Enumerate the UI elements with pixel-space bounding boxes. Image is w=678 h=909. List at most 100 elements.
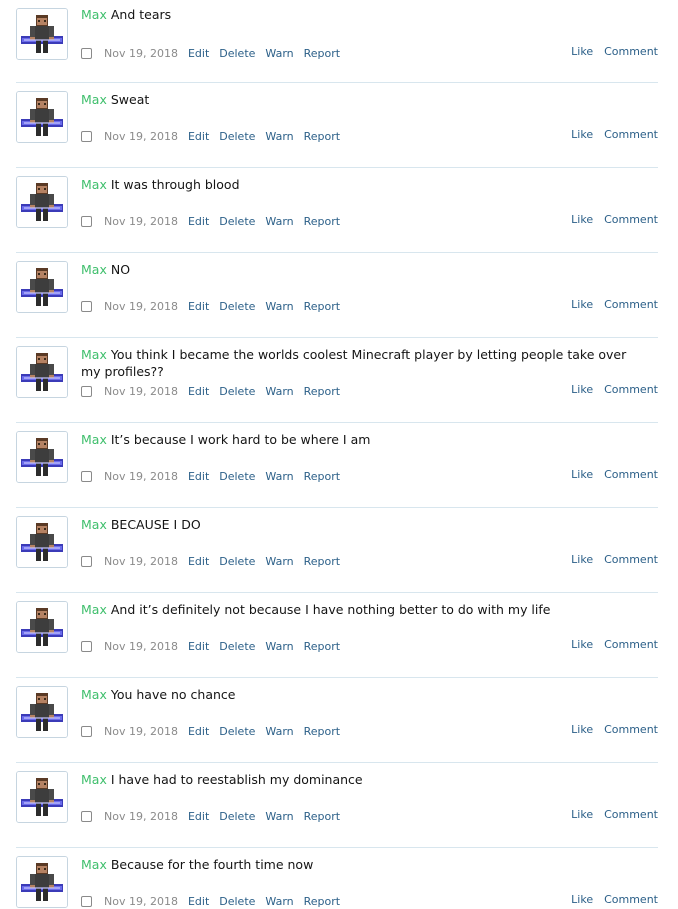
post-author[interactable]: Max: [81, 92, 107, 107]
delete-link[interactable]: Delete: [219, 385, 255, 398]
post-date[interactable]: Nov 19, 2018: [104, 725, 178, 738]
post-date[interactable]: Nov 19, 2018: [104, 895, 178, 908]
delete-link[interactable]: Delete: [219, 215, 255, 228]
post-date[interactable]: Nov 19, 2018: [104, 385, 178, 398]
post-author[interactable]: Max: [81, 262, 107, 277]
avatar[interactable]: [16, 176, 68, 228]
post-author[interactable]: Max: [81, 7, 107, 22]
report-link[interactable]: Report: [304, 895, 340, 908]
avatar[interactable]: [16, 261, 68, 313]
like-link[interactable]: Like: [571, 45, 593, 58]
warn-link[interactable]: Warn: [265, 640, 293, 653]
report-link[interactable]: Report: [304, 640, 340, 653]
avatar[interactable]: [16, 516, 68, 568]
select-checkbox[interactable]: [81, 300, 92, 312]
post-author[interactable]: Max: [81, 517, 107, 532]
report-link[interactable]: Report: [304, 300, 340, 313]
select-checkbox[interactable]: [81, 130, 92, 142]
report-link[interactable]: Report: [304, 725, 340, 738]
edit-link[interactable]: Edit: [188, 215, 209, 228]
report-link[interactable]: Report: [304, 385, 340, 398]
edit-link[interactable]: Edit: [188, 130, 209, 143]
delete-link[interactable]: Delete: [219, 555, 255, 568]
comment-link[interactable]: Comment: [604, 468, 658, 481]
select-checkbox[interactable]: [81, 470, 92, 482]
warn-link[interactable]: Warn: [265, 385, 293, 398]
delete-link[interactable]: Delete: [219, 300, 255, 313]
avatar[interactable]: [16, 8, 68, 60]
comment-link[interactable]: Comment: [604, 383, 658, 396]
warn-link[interactable]: Warn: [265, 470, 293, 483]
avatar[interactable]: [16, 91, 68, 143]
like-link[interactable]: Like: [571, 383, 593, 396]
post-author[interactable]: Max: [81, 602, 107, 617]
avatar[interactable]: [16, 771, 68, 823]
edit-link[interactable]: Edit: [188, 895, 209, 908]
comment-link[interactable]: Comment: [604, 553, 658, 566]
select-checkbox[interactable]: [81, 555, 92, 567]
edit-link[interactable]: Edit: [188, 385, 209, 398]
like-link[interactable]: Like: [571, 468, 593, 481]
post-date[interactable]: Nov 19, 2018: [104, 470, 178, 483]
comment-link[interactable]: Comment: [604, 808, 658, 821]
edit-link[interactable]: Edit: [188, 725, 209, 738]
comment-link[interactable]: Comment: [604, 45, 658, 58]
select-checkbox[interactable]: [81, 47, 92, 59]
avatar[interactable]: [16, 686, 68, 738]
post-author[interactable]: Max: [81, 432, 107, 447]
delete-link[interactable]: Delete: [219, 725, 255, 738]
like-link[interactable]: Like: [571, 638, 593, 651]
comment-link[interactable]: Comment: [604, 638, 658, 651]
comment-link[interactable]: Comment: [604, 893, 658, 906]
edit-link[interactable]: Edit: [188, 810, 209, 823]
like-link[interactable]: Like: [571, 893, 593, 906]
edit-link[interactable]: Edit: [188, 555, 209, 568]
like-link[interactable]: Like: [571, 213, 593, 226]
warn-link[interactable]: Warn: [265, 215, 293, 228]
delete-link[interactable]: Delete: [219, 640, 255, 653]
warn-link[interactable]: Warn: [265, 895, 293, 908]
post-author[interactable]: Max: [81, 177, 107, 192]
post-date[interactable]: Nov 19, 2018: [104, 810, 178, 823]
edit-link[interactable]: Edit: [188, 300, 209, 313]
select-checkbox[interactable]: [81, 640, 92, 652]
post-date[interactable]: Nov 19, 2018: [104, 130, 178, 143]
post-date[interactable]: Nov 19, 2018: [104, 555, 178, 568]
report-link[interactable]: Report: [304, 47, 340, 60]
warn-link[interactable]: Warn: [265, 130, 293, 143]
edit-link[interactable]: Edit: [188, 640, 209, 653]
avatar[interactable]: [16, 856, 68, 908]
report-link[interactable]: Report: [304, 215, 340, 228]
warn-link[interactable]: Warn: [265, 555, 293, 568]
edit-link[interactable]: Edit: [188, 470, 209, 483]
delete-link[interactable]: Delete: [219, 810, 255, 823]
warn-link[interactable]: Warn: [265, 300, 293, 313]
comment-link[interactable]: Comment: [604, 723, 658, 736]
delete-link[interactable]: Delete: [219, 130, 255, 143]
report-link[interactable]: Report: [304, 130, 340, 143]
like-link[interactable]: Like: [571, 298, 593, 311]
select-checkbox[interactable]: [81, 725, 92, 737]
report-link[interactable]: Report: [304, 810, 340, 823]
select-checkbox[interactable]: [81, 215, 92, 227]
post-date[interactable]: Nov 19, 2018: [104, 47, 178, 60]
report-link[interactable]: Report: [304, 470, 340, 483]
delete-link[interactable]: Delete: [219, 895, 255, 908]
post-author[interactable]: Max: [81, 347, 107, 362]
edit-link[interactable]: Edit: [188, 47, 209, 60]
post-date[interactable]: Nov 19, 2018: [104, 215, 178, 228]
post-author[interactable]: Max: [81, 857, 107, 872]
post-date[interactable]: Nov 19, 2018: [104, 640, 178, 653]
comment-link[interactable]: Comment: [604, 213, 658, 226]
like-link[interactable]: Like: [571, 128, 593, 141]
like-link[interactable]: Like: [571, 723, 593, 736]
comment-link[interactable]: Comment: [604, 128, 658, 141]
warn-link[interactable]: Warn: [265, 810, 293, 823]
like-link[interactable]: Like: [571, 553, 593, 566]
delete-link[interactable]: Delete: [219, 47, 255, 60]
post-author[interactable]: Max: [81, 772, 107, 787]
post-date[interactable]: Nov 19, 2018: [104, 300, 178, 313]
warn-link[interactable]: Warn: [265, 47, 293, 60]
avatar[interactable]: [16, 346, 68, 398]
like-link[interactable]: Like: [571, 808, 593, 821]
